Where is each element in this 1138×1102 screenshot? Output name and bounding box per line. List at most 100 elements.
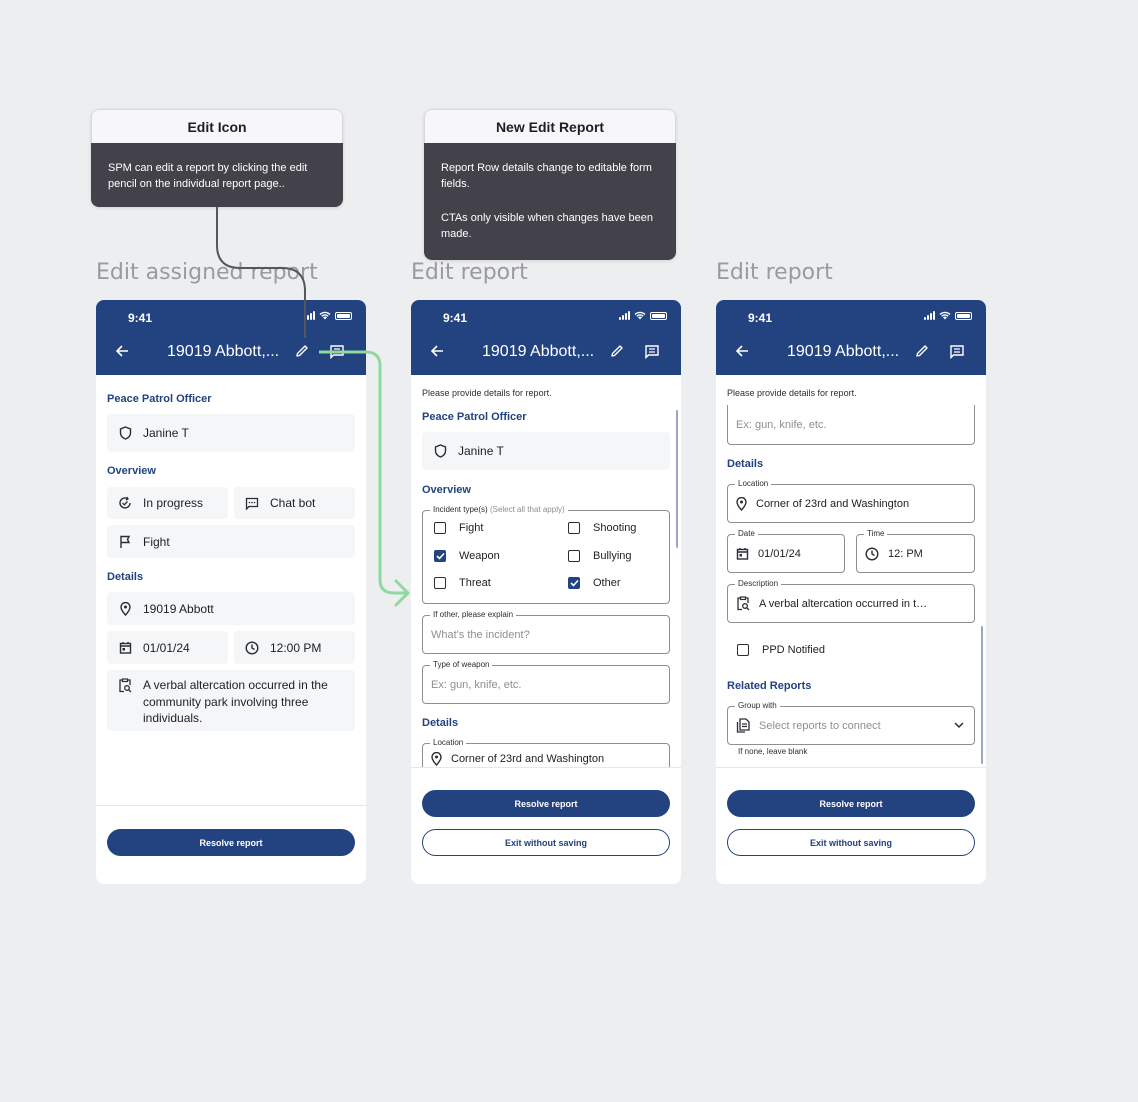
clock-icon	[865, 546, 879, 561]
group-with-select[interactable]: Group with Select reports to connect	[727, 701, 975, 745]
section-overview: Overview	[422, 484, 471, 496]
chevron-down-icon[interactable]	[954, 722, 964, 729]
arrow-left-icon[interactable]	[115, 344, 129, 358]
scrollbar[interactable]	[981, 626, 983, 764]
checkbox-icon[interactable]	[737, 644, 749, 656]
time-field[interactable]: Time 12: PM	[856, 529, 975, 573]
battery-icon	[955, 311, 972, 320]
officer-row: Janine T	[422, 432, 670, 470]
incident-option[interactable]: Weapon	[434, 550, 500, 562]
exit-without-saving-button[interactable]: Exit without saving	[727, 829, 975, 856]
weapon-placeholder: Ex: gun, knife, etc.	[431, 678, 522, 691]
page-title: 19019 Abbott,...	[482, 343, 595, 360]
incident-text: Fight	[143, 534, 170, 549]
resolve-report-button[interactable]: Resolve report	[727, 790, 975, 817]
date-value: 01/01/24	[758, 547, 801, 560]
incident-option[interactable]: Bullying	[568, 550, 632, 562]
app-bar: 9:41 19019 Abbott,...	[716, 300, 986, 375]
location-pin-icon	[431, 752, 442, 766]
flag-icon	[118, 535, 132, 549]
divider	[96, 805, 366, 806]
resolve-report-button[interactable]: Resolve report	[422, 790, 670, 817]
resolve-report-button[interactable]: Resolve report	[107, 829, 355, 856]
date-text: 01/01/24	[143, 640, 190, 655]
checkbox-checked-icon[interactable]	[568, 577, 580, 589]
battery-icon	[335, 311, 352, 320]
message-icon[interactable]	[644, 344, 660, 359]
note-body-2: CTAs only visible when changes have been…	[441, 212, 653, 240]
shield-icon	[433, 444, 447, 458]
officer-row: Janine T	[107, 414, 355, 452]
wifi-icon	[319, 311, 331, 320]
incident-option[interactable]: Fight	[434, 522, 483, 534]
incident-option[interactable]: Shooting	[568, 522, 636, 534]
incident-option[interactable]: Other	[568, 577, 621, 589]
other-explain-field[interactable]: If other, please explain What's the inci…	[422, 610, 670, 654]
green-arrowhead	[394, 579, 410, 607]
address-text: 19019 Abbott	[143, 601, 214, 616]
source-row: Chat bot	[234, 487, 355, 519]
incident-legend: Incident type(s)	[433, 505, 488, 514]
checkbox-icon[interactable]	[434, 577, 446, 589]
scrollbar[interactable]	[676, 410, 678, 548]
incident-option[interactable]: Threat	[434, 577, 491, 589]
incident-hint: (Select all that apply)	[489, 505, 565, 514]
location-pin-icon	[118, 601, 132, 616]
clock-icon	[245, 640, 259, 655]
checkbox-checked-icon[interactable]	[434, 550, 446, 562]
officer-name: Janine T	[458, 444, 504, 458]
group-hint: If none, leave blank	[738, 747, 808, 756]
arrow-left-icon[interactable]	[430, 344, 444, 358]
checkbox-icon[interactable]	[568, 522, 580, 534]
incident-option-label: Weapon	[459, 550, 500, 562]
pencil-icon[interactable]	[294, 343, 310, 359]
checkbox-icon[interactable]	[568, 550, 580, 562]
status-time: 9:41	[443, 311, 468, 325]
battery-icon	[650, 311, 667, 320]
pencil-icon[interactable]	[609, 343, 625, 359]
message-icon[interactable]	[949, 344, 965, 359]
pencil-icon[interactable]	[914, 343, 930, 359]
note-body-1: Report Row details change to editable fo…	[441, 162, 652, 190]
phone-edit-report-2: 9:41 19019 Abbott,... Please provide det…	[716, 300, 986, 884]
status-icons	[619, 311, 667, 320]
checkbox-icon[interactable]	[434, 522, 446, 534]
location-field[interactable]: Location Corner of 23rd and Washington	[727, 479, 975, 523]
description-value: A verbal altercation occurred in t…	[759, 597, 928, 610]
divider	[716, 767, 986, 768]
ppd-notified-checkbox[interactable]: PPD Notified	[737, 644, 825, 656]
exit-without-saving-button[interactable]: Exit without saving	[422, 829, 670, 856]
ppd-label: PPD Notified	[762, 644, 825, 656]
screen-title-3: Edit report	[716, 260, 833, 285]
chat-bubble-icon	[245, 497, 259, 510]
location-pin-icon	[736, 496, 747, 511]
calendar-icon	[118, 641, 132, 654]
documents-icon	[736, 718, 750, 733]
description-text: A verbal altercation occurred in the com…	[143, 678, 328, 725]
time-value: 12: PM	[888, 547, 923, 560]
divider	[411, 767, 681, 768]
wifi-icon	[939, 311, 951, 320]
incident-row: Fight	[107, 525, 355, 558]
message-icon[interactable]	[329, 344, 345, 359]
weapon-type-field[interactable]: Ex: gun, knife, etc.	[727, 405, 975, 445]
location-legend: Location	[430, 738, 467, 747]
time-text: 12:00 PM	[270, 640, 322, 655]
date-field[interactable]: Date 01/01/24	[727, 529, 845, 573]
weapon-type-field[interactable]: Type of weapon Ex: gun, knife, etc.	[422, 660, 670, 704]
arrow-left-icon[interactable]	[735, 344, 749, 358]
phone-edit-assigned-report: 9:41 19019 Abbott,... Peace Patrol Offic…	[96, 300, 366, 884]
incident-type-group: Incident type(s) (Select all that apply)…	[422, 505, 670, 604]
date-row: 01/01/24	[107, 631, 228, 664]
screen-title-2: Edit report	[411, 260, 528, 285]
progress-icon	[118, 496, 132, 510]
app-bar: 9:41 19019 Abbott,...	[96, 300, 366, 375]
status-row: In progress	[107, 487, 228, 519]
incident-option-label: Other	[593, 577, 621, 589]
officer-name: Janine T	[143, 426, 189, 440]
section-officer: Peace Patrol Officer	[422, 411, 527, 423]
status-icons	[304, 311, 352, 320]
page-title: 19019 Abbott,...	[167, 343, 280, 360]
status-time: 9:41	[748, 311, 773, 325]
description-field[interactable]: Description A verbal altercation occurre…	[727, 579, 975, 623]
